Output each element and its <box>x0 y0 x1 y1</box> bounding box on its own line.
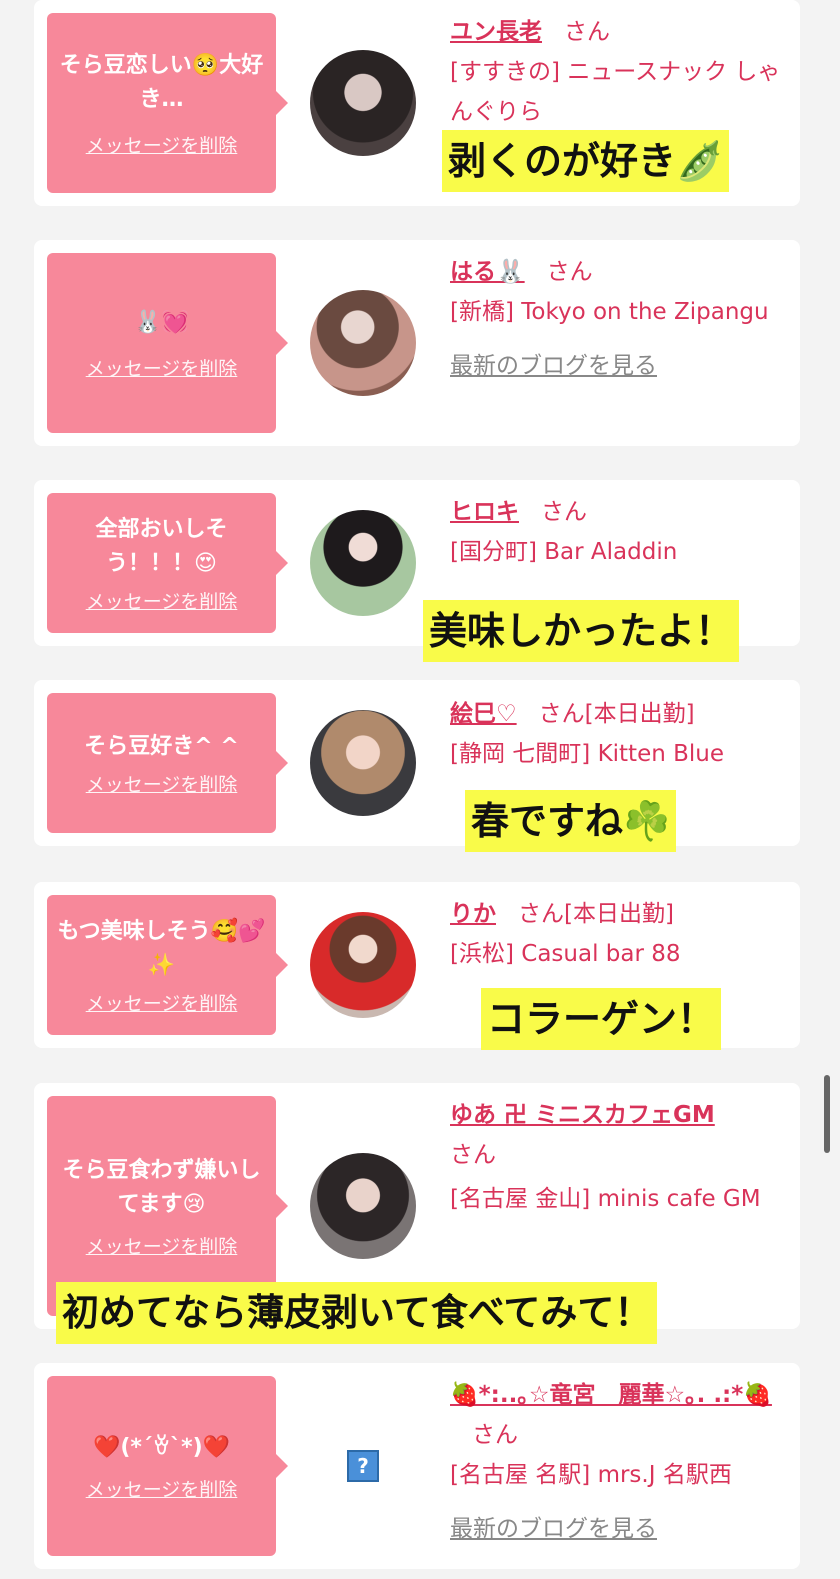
message-bubble: もつ美味しそう🥰💕✨ メッセージを削除 <box>47 895 288 1035</box>
message-bubble: 全部おいしそう！！！😍 メッセージを削除 <box>47 493 288 633</box>
profile-info: はる🐰 さん [新橋] Tokyo on the Zipangu 最新のブログを見… <box>450 252 790 386</box>
shop-text: [新橋] Tokyo on the Zipangu <box>450 299 769 325</box>
message-text: 🐰💓 <box>134 309 189 335</box>
message-bubble: そら豆好き^ ^ メッセージを削除 <box>47 693 288 833</box>
status-text: [本日出勤] <box>584 701 695 727</box>
honorific: さん <box>538 701 585 727</box>
profile-info: りか さん[本日出勤] [浜松] Casual bar 88 <box>450 894 790 974</box>
avatar[interactable] <box>310 510 416 616</box>
shop-text: [国分町] Bar Aladdin <box>450 539 678 565</box>
message-text: もつ美味しそう🥰💕✨ <box>57 918 266 978</box>
message-bubble: ❤️(*´ꈊ`*)❤️ メッセージを削除 <box>47 1376 288 1556</box>
message-text: そら豆恋しい🥺大好き… <box>59 52 264 112</box>
message-bubble: そら豆恋しい🥺大好き… メッセージを削除 <box>47 13 288 193</box>
profile-info: ヒロキ さん [国分町] Bar Aladdin <box>450 492 790 572</box>
honorific: さん <box>450 1142 496 1168</box>
profile-name-link[interactable]: りか <box>450 901 496 927</box>
comment-card: そら豆好き^ ^ メッセージを削除 絵巳♡ さん[本日出勤] [静岡 七間町] K… <box>34 680 800 846</box>
comment-card: ❤️(*´ꈊ`*)❤️ メッセージを削除 ? 🍓*:..｡☆竜宮 麗華☆｡. .… <box>34 1363 800 1569</box>
latest-blog-link[interactable]: 最新のブログを見る <box>450 346 790 386</box>
message-text: そら豆食わず嫌いしてます😢 <box>62 1157 261 1217</box>
overlay-caption: コラーゲン！ <box>481 988 722 1050</box>
honorific: さん <box>546 259 593 285</box>
avatar[interactable] <box>310 1153 416 1259</box>
shop-text: [すすきの] ニュースナック しゃんぐりら <box>450 59 781 125</box>
overlay-caption: 剥くのが好き🫛 <box>442 130 730 192</box>
overlay-caption: 春ですね☘️ <box>465 790 677 852</box>
avatar[interactable] <box>310 912 416 1018</box>
message-text: 全部おいしそう！！！😍 <box>95 516 228 576</box>
profile-name-link[interactable]: はる🐰 <box>450 259 525 285</box>
shop-text: [浜松] Casual bar 88 <box>450 941 681 967</box>
message-text: ❤️(*´ꈊ`*)❤️ <box>92 1434 231 1460</box>
overlay-caption: 初めてなら薄皮剥いて食べてみて！ <box>56 1282 658 1344</box>
latest-blog-link[interactable]: 最新のブログを見る <box>450 1509 790 1549</box>
honorific: さん <box>541 499 587 525</box>
profile-name-link[interactable]: 絵巳♡ <box>450 701 517 727</box>
shop-text: [静岡 七間町] Kitten Blue <box>450 741 725 767</box>
honorific: さん <box>564 19 610 45</box>
overlay-caption: 美味しかったよ！ <box>423 600 740 662</box>
status-text: [本日出勤] <box>564 901 674 927</box>
profile-name-link[interactable]: 🍓*:..｡☆竜宮 麗華☆｡. .:*🍓 <box>450 1382 772 1408</box>
delete-message-link[interactable]: メッセージを削除 <box>86 1475 238 1502</box>
avatar[interactable] <box>310 50 416 156</box>
profile-info: 絵巳♡ さん[本日出勤] [静岡 七間町] Kitten Blue <box>450 694 790 774</box>
broken-image-icon: ? <box>347 1450 379 1482</box>
delete-message-link[interactable]: メッセージを削除 <box>86 131 238 158</box>
scrollbar[interactable] <box>824 1075 830 1153</box>
delete-message-link[interactable]: メッセージを削除 <box>86 587 238 614</box>
honorific: さん <box>518 901 564 927</box>
profile-info: ユン長老 さん [すすきの] ニュースナック しゃんぐりら <box>450 12 790 132</box>
profile-info: 🍓*:..｡☆竜宮 麗華☆｡. .:*🍓 さん [名古屋 名駅] mrs.J 名駅… <box>450 1375 790 1549</box>
profile-name-link[interactable]: ヒロキ <box>450 499 519 525</box>
honorific: さん <box>472 1422 518 1448</box>
comment-card: 🐰💓 メッセージを削除 はる🐰 さん [新橋] Tokyo on the Zipa… <box>34 240 800 446</box>
avatar[interactable] <box>310 290 416 396</box>
profile-name-link[interactable]: ユン長老 <box>450 19 542 45</box>
shop-text: [名古屋 名駅] mrs.J 名駅西 <box>450 1462 732 1488</box>
delete-message-link[interactable]: メッセージを削除 <box>86 770 238 797</box>
delete-message-link[interactable]: メッセージを削除 <box>86 989 238 1016</box>
avatar-placeholder[interactable]: ? <box>310 1413 416 1519</box>
avatar[interactable] <box>310 710 416 816</box>
profile-info: ゆあ 卍 ミニスカフェGM さん [名古屋 金山] minis cafe GM <box>450 1095 790 1219</box>
message-bubble: 🐰💓 メッセージを削除 <box>47 253 288 433</box>
delete-message-link[interactable]: メッセージを削除 <box>86 1232 238 1259</box>
delete-message-link[interactable]: メッセージを削除 <box>86 354 238 381</box>
message-text: そら豆好き^ ^ <box>84 733 239 759</box>
shop-text: [名古屋 金山] minis cafe GM <box>450 1186 761 1212</box>
profile-name-link[interactable]: ゆあ 卍 ミニスカフェGM <box>450 1102 715 1128</box>
